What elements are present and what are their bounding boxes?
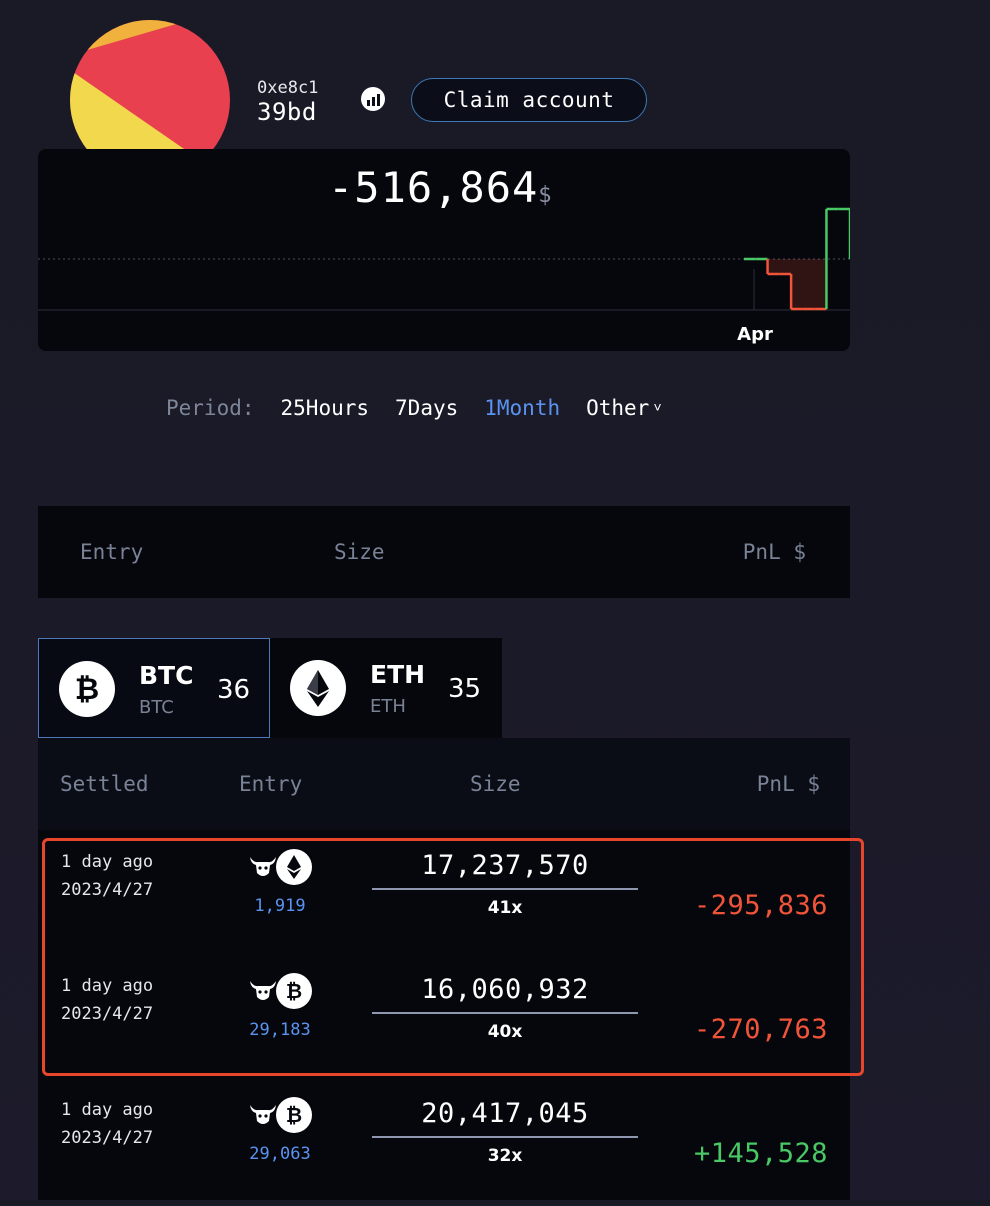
pnl-area-segment bbox=[814, 259, 827, 309]
asset-tab-eth[interactable]: ETH ETH 35 bbox=[270, 638, 502, 738]
asset-tab-subtitle: ETH bbox=[370, 696, 406, 717]
settled-ago: 1 day ago bbox=[61, 1100, 154, 1120]
asset-tab-symbol: BTC bbox=[139, 661, 194, 690]
column-header-pnl: PnL $ bbox=[756, 772, 820, 796]
highlight-box bbox=[42, 838, 864, 1076]
x-tick-label: Apr bbox=[737, 324, 773, 345]
period-option-other[interactable]: Other ˅ bbox=[586, 396, 662, 420]
pnl-line-chart: Apr bbox=[38, 207, 850, 345]
bitcoin-icon: ₿ bbox=[59, 661, 115, 717]
asset-tab-count: 36 bbox=[217, 675, 251, 705]
asset-tab-count: 35 bbox=[448, 674, 482, 704]
asset-tab-symbol: ETH bbox=[370, 660, 426, 689]
period-selector: Period: 25Hours 7Days 1Month Other ˅ bbox=[166, 396, 662, 420]
svg-text:₿: ₿ bbox=[286, 1103, 302, 1127]
asset-tab-btc[interactable]: ₿ BTC BTC 36 bbox=[38, 638, 270, 738]
period-option-other-label: Other bbox=[586, 396, 650, 420]
trade-pnl: +145,528 bbox=[693, 1138, 828, 1169]
wallet-address: 0xe8c1 39bd bbox=[257, 78, 318, 126]
column-header-size: Size bbox=[470, 772, 521, 796]
leverage: 32x bbox=[487, 1146, 523, 1166]
ethereum-icon bbox=[290, 660, 346, 716]
address-line-1: 0xe8c1 bbox=[257, 78, 319, 98]
claim-account-button[interactable]: Claim account bbox=[411, 78, 647, 122]
pnl-area-segment bbox=[767, 259, 780, 274]
pnl-area-segment bbox=[802, 259, 815, 309]
column-header-settled: Settled bbox=[60, 772, 149, 796]
positions-summary-header: Entry Size PnL $ bbox=[38, 506, 850, 598]
size-divider bbox=[372, 1136, 638, 1138]
column-header-entry: Entry bbox=[239, 772, 303, 796]
trades-table-header: Settled Entry Size PnL $ bbox=[38, 738, 850, 830]
pnl-area-segment bbox=[791, 259, 803, 309]
address-line-2: 39bd bbox=[257, 98, 317, 126]
summary-header-size: Size bbox=[334, 540, 385, 564]
position-size: 20,417,045 bbox=[421, 1098, 589, 1129]
period-option-1month[interactable]: 1Month bbox=[484, 396, 560, 420]
chevron-down-icon: ˅ bbox=[653, 400, 662, 416]
bitcoin-icon: ₿ bbox=[276, 1097, 312, 1133]
summary-header-pnl: PnL $ bbox=[742, 540, 806, 564]
pnl-area-segment bbox=[779, 259, 792, 274]
period-option-25hours[interactable]: 25Hours bbox=[281, 396, 370, 420]
period-label: Period: bbox=[166, 396, 255, 420]
svg-text:₿: ₿ bbox=[75, 672, 99, 707]
stats-icon[interactable] bbox=[360, 86, 386, 112]
entry-icons: ₿ bbox=[248, 1096, 318, 1136]
period-option-7days[interactable]: 7Days bbox=[395, 396, 458, 420]
pnl-chart-card: -516,864$ Apr bbox=[38, 149, 850, 351]
entry-price: 29,063 bbox=[249, 1144, 311, 1164]
table-row[interactable]: 1 day ago 2023/4/27 ₿ 29,063 20,417,045 … bbox=[38, 1086, 850, 1206]
bull-icon bbox=[250, 1105, 276, 1124]
summary-header-entry: Entry bbox=[80, 540, 144, 564]
asset-tab-subtitle: BTC bbox=[139, 697, 174, 718]
settled-date: 2023/4/27 bbox=[61, 1128, 154, 1148]
